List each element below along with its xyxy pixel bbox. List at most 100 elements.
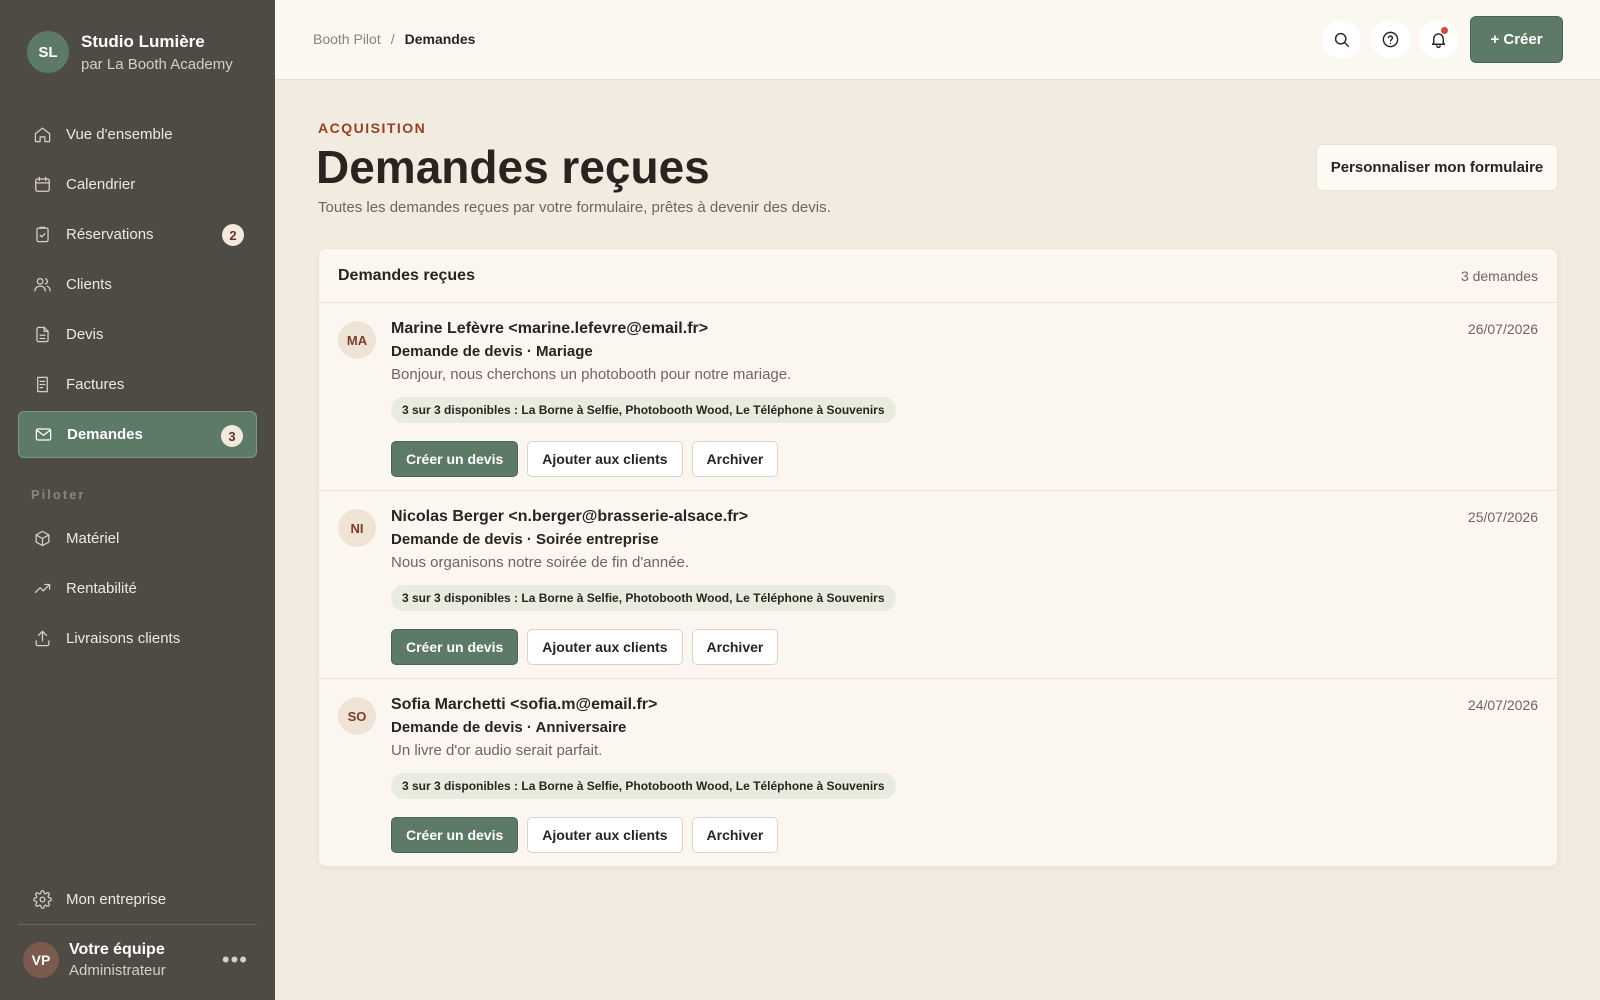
breadcrumb-current: Demandes	[404, 31, 476, 47]
request-sender: Sofia Marchetti <sofia.m@email.fr>	[391, 696, 658, 713]
add-to-clients-button[interactable]: Ajouter aux clients	[527, 629, 683, 665]
home-icon	[34, 127, 51, 143]
avatar: NI	[338, 509, 376, 547]
sidebar: SL Studio Lumière par La Booth Academy V…	[0, 0, 275, 1000]
sidebar-item-company[interactable]: Mon entreprise	[18, 876, 257, 923]
list-item[interactable]: MA Marine Lefèvre <marine.lefevre@email.…	[319, 303, 1557, 491]
request-actions: Créer un devis Ajouter aux clients Archi…	[391, 817, 779, 853]
sidebar-item-label: Demandes	[67, 426, 143, 443]
sidebar-item-label: Calendrier	[66, 176, 136, 193]
card-title: Demandes reçues	[338, 266, 475, 284]
sidebar-divider	[18, 924, 257, 925]
breadcrumb-root[interactable]: Booth Pilot	[313, 31, 381, 47]
request-sender: Marine Lefèvre <marine.lefevre@email.fr>	[391, 320, 709, 337]
request-message: Nous organisons notre soirée de fin d'an…	[391, 554, 690, 571]
request-message: Un livre d'or audio serait parfait.	[391, 742, 603, 759]
sidebar-item-quotes[interactable]: Devis	[18, 311, 257, 358]
requests-count: 3 demandes	[1460, 267, 1538, 284]
create-quote-button[interactable]: Créer un devis	[391, 817, 519, 853]
brand[interactable]: SL Studio Lumière par La Booth Academy	[27, 31, 233, 73]
create-quote-button[interactable]: Créer un devis	[391, 441, 519, 477]
notification-dot	[1441, 27, 1448, 34]
add-to-clients-button[interactable]: Ajouter aux clients	[527, 817, 683, 853]
gear-icon	[33, 890, 52, 909]
sidebar-nav: Vue d'ensemble Calendrier Réservations 2…	[18, 111, 257, 461]
sidebar-item-label: Devis	[66, 326, 104, 343]
request-sender: Nicolas Berger <n.berger@brasserie-alsac…	[391, 508, 749, 525]
trending-up-icon	[34, 583, 51, 594]
create-button[interactable]: + Créer	[1470, 16, 1563, 63]
sidebar-item-deliveries[interactable]: Livraisons clients	[18, 615, 257, 662]
archive-button[interactable]: Archiver	[691, 629, 779, 665]
sidebar-item-label: Réservations	[66, 226, 154, 243]
requests-card: Demandes reçues 3 demandes MA Marine Lef…	[318, 248, 1558, 867]
search-icon	[1334, 32, 1349, 47]
create-quote-button[interactable]: Créer un devis	[391, 629, 519, 665]
sidebar-item-label: Rentabilité	[66, 580, 137, 597]
list-item[interactable]: NI Nicolas Berger <n.berger@brasserie-al…	[319, 491, 1557, 679]
request-actions: Créer un devis Ajouter aux clients Archi…	[391, 441, 779, 477]
list-item[interactable]: SO Sofia Marchetti <sofia.m@email.fr> De…	[319, 679, 1557, 867]
sidebar-item-overview[interactable]: Vue d'ensemble	[18, 111, 257, 158]
sidebar-nav-pilot: Matériel Rentabilité Livraisons clients	[18, 515, 257, 665]
sidebar-item-label: Clients	[66, 276, 112, 293]
customize-form-button[interactable]: Personnaliser mon formulaire	[1316, 144, 1558, 191]
sidebar-item-label: Livraisons clients	[66, 630, 181, 647]
upload-icon	[35, 630, 50, 647]
user-profile[interactable]: VP Votre équipe Administrateur •••	[23, 941, 248, 979]
request-date: 25/07/2026	[1467, 509, 1538, 525]
search-button[interactable]	[1322, 20, 1361, 59]
page-title: Demandes reçues	[316, 141, 710, 193]
help-icon	[1382, 31, 1399, 48]
avatar: SO	[338, 697, 376, 735]
receipt-icon	[37, 376, 48, 393]
sidebar-section-label: Piloter	[31, 487, 86, 502]
breadcrumb-separator: /	[390, 31, 395, 47]
sidebar-item-reservations[interactable]: Réservations 2	[18, 211, 257, 258]
document-icon	[36, 326, 49, 343]
request-date: 24/07/2026	[1467, 697, 1538, 713]
calendar-icon	[35, 176, 50, 192]
sidebar-item-profitability[interactable]: Rentabilité	[18, 565, 257, 612]
sidebar-item-calendar[interactable]: Calendrier	[18, 161, 257, 208]
page-eyebrow: ACQUISITION	[318, 120, 427, 136]
availability-badge: 3 sur 3 disponibles : La Borne à Selfie,…	[391, 585, 896, 611]
archive-button[interactable]: Archiver	[691, 441, 779, 477]
request-type: Demande de devis · Anniversaire	[391, 719, 627, 736]
request-date: 26/07/2026	[1467, 321, 1538, 337]
request-type: Demande de devis · Soirée entreprise	[391, 531, 659, 548]
breadcrumb: Booth Pilot / Demandes	[313, 31, 475, 47]
request-message: Bonjour, nous cherchons un photobooth po…	[391, 366, 792, 383]
user-name: Votre équipe	[69, 941, 165, 958]
sidebar-item-label: Mon entreprise	[66, 891, 167, 908]
users-icon	[34, 277, 51, 292]
brand-avatar: SL	[27, 31, 69, 73]
sidebar-item-requests[interactable]: Demandes 3	[18, 411, 257, 458]
clipboard-check-icon	[36, 226, 49, 243]
page-subtitle: Toutes les demandes reçues par votre for…	[318, 199, 831, 216]
help-button[interactable]	[1371, 20, 1410, 59]
brand-subtitle: par La Booth Academy	[81, 55, 233, 73]
card-header: Demandes reçues 3 demandes	[319, 249, 1557, 303]
brand-name: Studio Lumière	[81, 31, 205, 51]
request-actions: Créer un devis Ajouter aux clients Archi…	[391, 629, 779, 665]
sidebar-item-label: Matériel	[66, 530, 120, 547]
more-options-icon[interactable]: •••	[222, 947, 248, 973]
add-to-clients-button[interactable]: Ajouter aux clients	[527, 441, 683, 477]
sidebar-item-label: Vue d'ensemble	[66, 126, 173, 143]
mail-icon	[35, 428, 52, 441]
archive-button[interactable]: Archiver	[691, 817, 779, 853]
availability-badge: 3 sur 3 disponibles : La Borne à Selfie,…	[391, 773, 896, 799]
availability-badge: 3 sur 3 disponibles : La Borne à Selfie,…	[391, 397, 896, 423]
avatar: VP	[23, 942, 59, 978]
notifications-button[interactable]	[1419, 20, 1458, 59]
sidebar-item-label: Factures	[66, 376, 125, 393]
request-type: Demande de devis · Mariage	[391, 343, 593, 360]
sidebar-item-equipment[interactable]: Matériel	[18, 515, 257, 562]
avatar: MA	[338, 321, 376, 359]
sidebar-item-invoices[interactable]: Factures	[18, 361, 257, 408]
requests-count-badge: 3	[221, 425, 243, 447]
user-role: Administrateur	[69, 962, 166, 979]
sidebar-item-clients[interactable]: Clients	[18, 261, 257, 308]
sidebar-nav-settings: Mon entreprise	[18, 876, 257, 926]
